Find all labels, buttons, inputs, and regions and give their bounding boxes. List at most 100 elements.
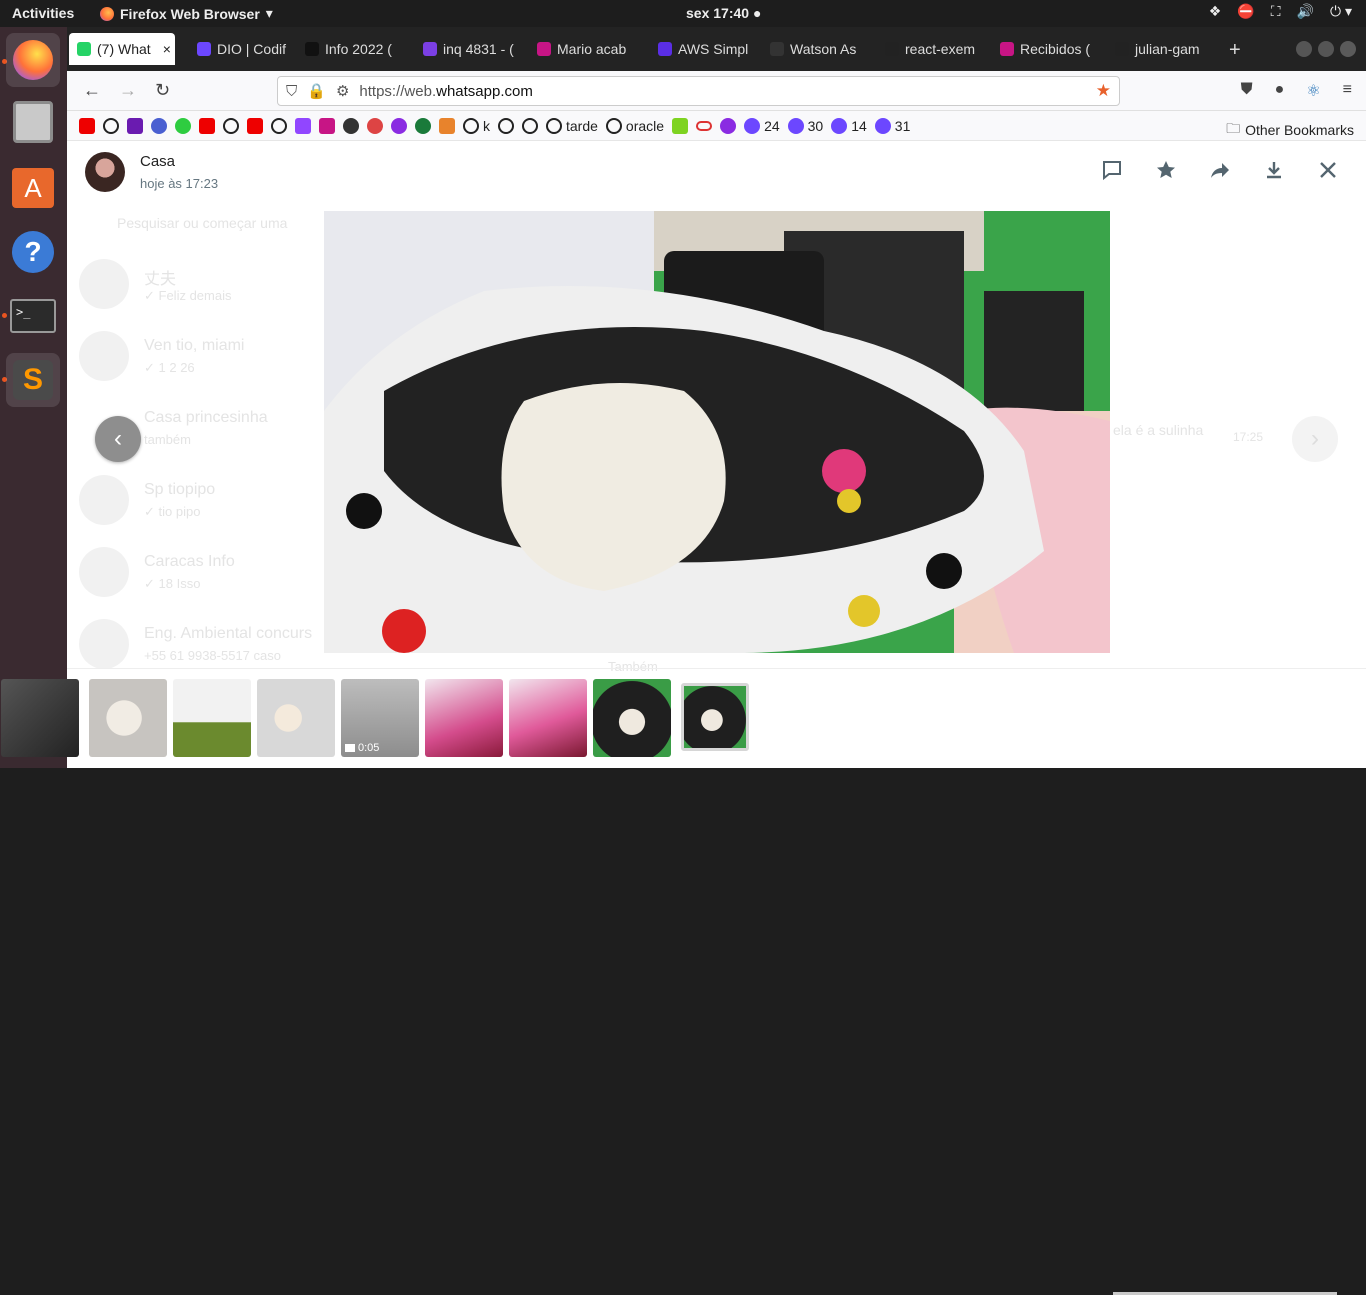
bookmark-github-4[interactable]	[498, 117, 514, 134]
comment-icon[interactable]	[1100, 159, 1124, 187]
bookmark-purple[interactable]	[391, 117, 407, 134]
bookmark-purple-2[interactable]	[720, 117, 737, 134]
browser-tab[interactable]: Info 2022 (	[297, 33, 403, 65]
bookmark-31[interactable]: 31	[874, 117, 910, 134]
close-window-button[interactable]	[1340, 41, 1356, 57]
media-thumbnail-selected[interactable]	[681, 683, 749, 751]
forward-button[interactable]: →	[119, 80, 137, 101]
close-icon[interactable]	[1316, 159, 1340, 187]
app-name: Firefox Web Browser	[120, 5, 260, 22]
bookmark-twitch[interactable]	[295, 117, 311, 134]
clock[interactable]: sex 17:40 ●	[686, 5, 761, 21]
bookmark-github-3[interactable]	[271, 117, 287, 134]
media-thumbnail[interactable]	[173, 679, 251, 757]
dock-terminal[interactable]: >_	[6, 289, 60, 343]
youtube-icon	[247, 117, 263, 134]
back-button[interactable]: ←	[83, 80, 101, 101]
browser-tab[interactable]: AWS Simpl	[650, 33, 750, 65]
do-not-disturb-icon[interactable]: ⛔	[1237, 3, 1254, 20]
previous-media-button[interactable]: ‹	[95, 416, 141, 462]
download-icon[interactable]	[1262, 159, 1286, 187]
bookmark-tarde[interactable]: tarde	[546, 117, 598, 134]
bookmark-github-2[interactable]	[223, 117, 239, 134]
bookmark-star-icon[interactable]: ★	[1096, 81, 1111, 101]
tab-label: inq 4831 - (	[443, 41, 514, 57]
menu-icon[interactable]: ≡	[1343, 81, 1352, 101]
dock-firefox[interactable]	[6, 33, 60, 87]
bookmark-smile[interactable]	[672, 117, 689, 134]
tab-close-button[interactable]: ×	[157, 41, 175, 57]
bookmark-box[interactable]	[439, 117, 455, 134]
bookmark-oracle[interactable]: oracle	[605, 117, 664, 134]
extension-icon[interactable]: ●	[1275, 81, 1285, 101]
pocket-icon[interactable]: ⛊	[1241, 81, 1253, 101]
bookmark-youtube-3[interactable]	[247, 117, 263, 134]
bookmark-k[interactable]: k	[463, 117, 490, 134]
shield-icon[interactable]: ⛉	[286, 83, 297, 100]
new-tab-button[interactable]: +	[1229, 39, 1241, 62]
app-menu[interactable]: Firefox Web Browser ▾	[100, 5, 273, 22]
reload-button[interactable]: ↻	[155, 80, 170, 101]
maximize-button[interactable]	[1318, 41, 1334, 57]
bookmark-youtube-2[interactable]	[199, 117, 215, 134]
browser-tab[interactable]: julian-gam	[1107, 33, 1219, 65]
bookmark-gmail[interactable]	[319, 117, 335, 134]
browser-tab[interactable]: Watson As	[762, 33, 864, 65]
dock-files[interactable]	[6, 95, 60, 149]
dock-sublime-text[interactable]: S	[6, 353, 60, 407]
lock-icon[interactable]: 🔒	[307, 82, 326, 100]
bookmark-github-5[interactable]	[522, 117, 538, 134]
bookmark-30[interactable]: 30	[787, 117, 823, 134]
dock-software[interactable]: A	[6, 161, 60, 215]
chevron-left-icon: ‹	[114, 425, 122, 452]
ghost-chat-name: Caracas Info	[144, 553, 235, 570]
dock-help[interactable]: ?	[6, 225, 60, 279]
media-thumbnail-video[interactable]: 0:05	[341, 679, 419, 757]
media-thumbnail[interactable]	[509, 679, 587, 757]
react-devtools-icon[interactable]: ⚛	[1306, 81, 1320, 101]
browser-tab[interactable]: (7) What ×	[69, 33, 175, 65]
gmail-icon	[319, 117, 335, 134]
bookmark-green[interactable]	[175, 117, 191, 134]
media-thumbnail[interactable]	[593, 679, 671, 757]
next-media-button[interactable]: ›	[1292, 416, 1338, 462]
ghost-avatar	[79, 619, 129, 669]
volume-icon[interactable]: 🔊	[1297, 3, 1314, 20]
activities-button[interactable]: Activities	[12, 5, 74, 21]
dio-icon	[744, 117, 761, 134]
main-photo	[324, 211, 1110, 653]
bookmark-play[interactable]	[151, 117, 167, 134]
bookmark-app[interactable]	[127, 117, 143, 134]
other-bookmarks[interactable]: 🗀 Other Bookmarks	[1226, 118, 1354, 142]
browser-tab[interactable]: DIO | Codif	[189, 33, 293, 65]
bookmark-14[interactable]: 14	[831, 117, 867, 134]
bookmark-github[interactable]	[103, 117, 119, 134]
minimize-button[interactable]	[1296, 41, 1312, 57]
contact-avatar[interactable]	[85, 152, 125, 192]
browser-tab[interactable]: inq 4831 - (	[415, 33, 517, 65]
network-icon[interactable]: ⛶	[1271, 3, 1281, 20]
youtube-icon	[79, 117, 95, 134]
star-icon[interactable]	[1154, 159, 1178, 187]
media-thumbnail[interactable]	[1, 679, 79, 757]
bookmark-rocket[interactable]	[367, 117, 383, 134]
dropbox-icon[interactable]: ❖	[1209, 3, 1222, 20]
bookmark-node[interactable]	[343, 117, 359, 134]
address-bar[interactable]: ⛉ 🔒 ⚙ https://web.whatsapp.com ★	[277, 76, 1120, 106]
ghost-chat-name: Casa princesinha	[144, 409, 268, 426]
bookmark-eye[interactable]	[415, 117, 431, 134]
browser-tab[interactable]: react-exem	[877, 33, 979, 65]
contact-name[interactable]: Casa	[140, 153, 175, 170]
bookmark-24[interactable]: 24	[744, 117, 780, 134]
system-tray: ❖ ⛔ ⛶ 🔊 ⏻ ▾	[1209, 3, 1352, 20]
media-thumbnail[interactable]	[89, 679, 167, 757]
bookmark-youtube[interactable]	[79, 117, 95, 134]
bookmark-oracle-logo[interactable]	[696, 120, 713, 131]
media-thumbnail[interactable]	[425, 679, 503, 757]
power-icon[interactable]: ⏻ ▾	[1330, 3, 1352, 20]
media-thumbnail[interactable]	[257, 679, 335, 757]
permissions-icon[interactable]: ⚙	[336, 82, 349, 100]
browser-tab[interactable]: Mario acab	[529, 33, 637, 65]
browser-tab[interactable]: Recibidos (	[992, 33, 1094, 65]
forward-icon[interactable]	[1208, 159, 1232, 187]
